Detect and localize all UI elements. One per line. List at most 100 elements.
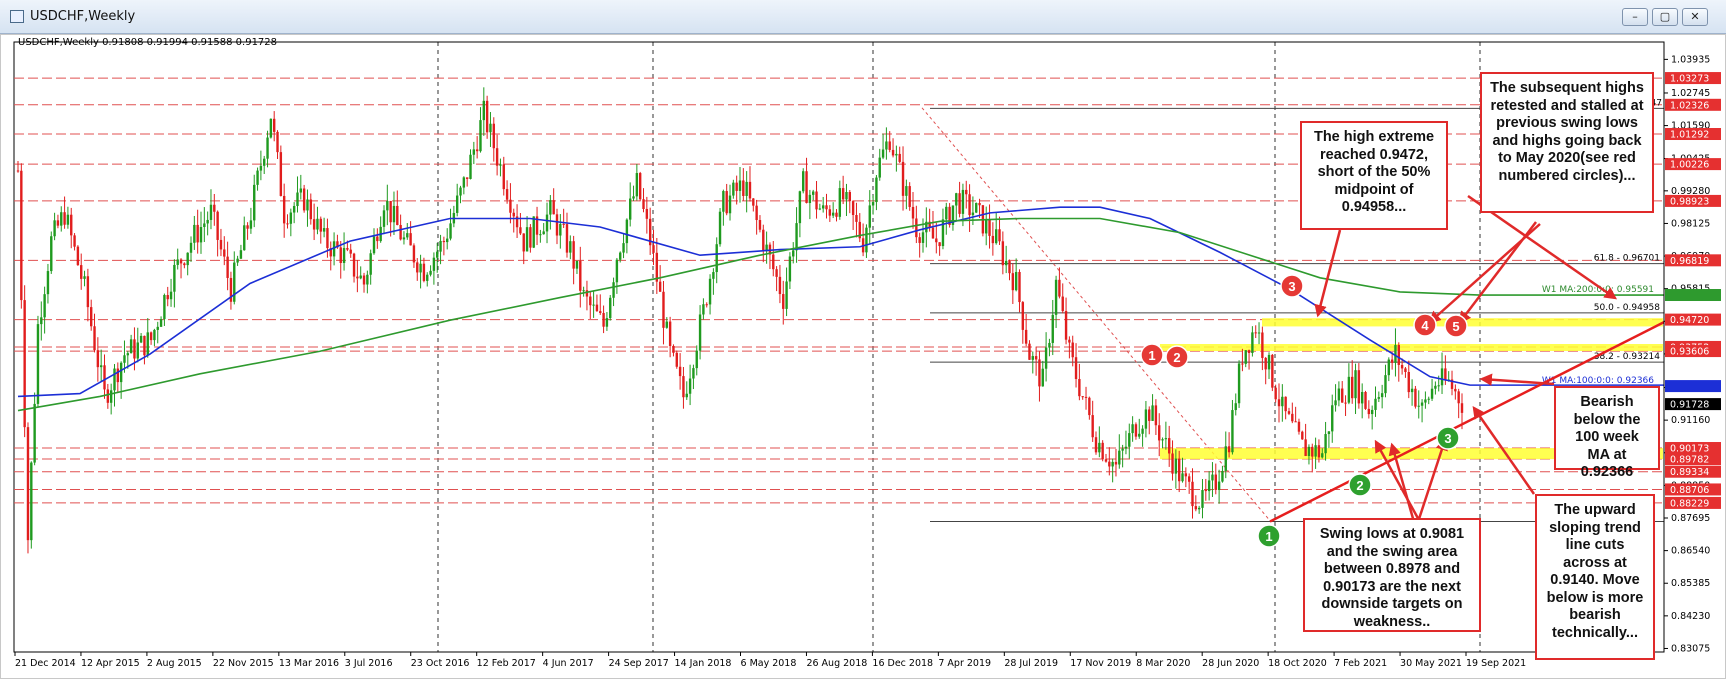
candle-down xyxy=(1454,388,1457,392)
candle-up xyxy=(785,281,788,309)
candle-down xyxy=(762,229,765,252)
candle-up xyxy=(1138,433,1141,437)
candle-down xyxy=(409,233,412,246)
candle-down xyxy=(888,141,891,150)
candle-down xyxy=(1184,473,1188,477)
candle-down xyxy=(279,152,283,196)
candle-up xyxy=(605,318,609,327)
candle-up xyxy=(1221,470,1224,482)
candle-down xyxy=(116,368,120,383)
candle-up xyxy=(1197,507,1201,510)
candle-down xyxy=(1034,356,1038,360)
candle-up xyxy=(818,208,822,210)
marker-circle-red-2: 2 xyxy=(1165,345,1189,369)
candle-down xyxy=(1444,368,1447,380)
candle-down xyxy=(825,205,828,210)
candle-down xyxy=(772,254,775,270)
candle-up xyxy=(905,186,908,196)
candle-down xyxy=(851,201,855,216)
candle-up xyxy=(821,205,825,209)
marker-number: 1 xyxy=(1148,348,1155,363)
x-tick-label: 17 Nov 2019 xyxy=(1070,658,1131,669)
candle-up xyxy=(479,120,482,152)
candle-down xyxy=(1008,260,1011,274)
candle-up xyxy=(163,295,166,320)
candle-down xyxy=(1021,302,1025,330)
candle-up xyxy=(1124,446,1128,449)
candle-down xyxy=(652,245,655,253)
candle-up xyxy=(30,462,33,541)
candle-down xyxy=(662,291,665,328)
candle-down xyxy=(376,236,379,242)
candle-down xyxy=(422,263,426,281)
marker-number: 5 xyxy=(1452,319,1459,334)
candle-up xyxy=(146,332,149,356)
y-tick-label: 0.98125 xyxy=(1671,218,1710,229)
candle-down xyxy=(492,123,495,149)
candle-up xyxy=(1370,409,1374,415)
close-button[interactable]: ✕ xyxy=(1682,8,1708,26)
candle-down xyxy=(1104,459,1108,462)
candle-down xyxy=(725,191,728,214)
candle-up xyxy=(1437,385,1440,387)
candle-down xyxy=(302,188,306,211)
candle-up xyxy=(708,278,712,305)
y-tick-label: 1.02745 xyxy=(1671,88,1710,99)
candle-down xyxy=(442,240,446,243)
candle-down xyxy=(1191,481,1194,507)
x-tick-label: 19 Sep 2021 xyxy=(1466,658,1526,669)
minimize-button[interactable]: – xyxy=(1622,8,1648,26)
x-tick-label: 4 Jun 2017 xyxy=(543,658,594,669)
candle-up xyxy=(139,335,143,343)
candle-down xyxy=(1018,271,1021,303)
candle-down xyxy=(226,256,229,278)
candle-down xyxy=(346,248,349,250)
candle-down xyxy=(815,191,818,210)
candle-down xyxy=(965,189,968,195)
candle-down xyxy=(1357,370,1361,404)
candle-up xyxy=(292,206,296,213)
candle-down xyxy=(149,332,153,341)
candle-up xyxy=(802,171,805,192)
candle-down xyxy=(1171,453,1174,474)
x-tick-label: 16 Dec 2018 xyxy=(872,658,933,669)
candle-down xyxy=(908,186,911,207)
candle-down xyxy=(1301,431,1304,440)
candle-up xyxy=(539,234,542,236)
candle-down xyxy=(1364,392,1367,409)
candle-down xyxy=(1101,442,1104,460)
candle-down xyxy=(778,276,782,295)
annotation-arrows xyxy=(1314,194,1618,523)
candle-up xyxy=(426,274,429,281)
candle-down xyxy=(915,218,918,238)
x-tick-label: 14 Jan 2018 xyxy=(675,658,732,669)
candle-up xyxy=(359,275,362,279)
candle-up xyxy=(392,205,396,223)
candle-down xyxy=(602,312,605,327)
candle-down xyxy=(512,212,515,217)
candle-down xyxy=(828,209,832,216)
ma100-label: W1 MA:100:0:0: 0.92366 xyxy=(1542,376,1654,386)
candle-up xyxy=(109,390,113,403)
candle-down xyxy=(1397,345,1400,365)
candle-up xyxy=(269,118,273,138)
candle-down xyxy=(1304,439,1307,457)
candle-down xyxy=(196,224,199,243)
candle-down xyxy=(752,198,755,206)
candle-up xyxy=(176,259,179,265)
candle-down xyxy=(1074,357,1078,380)
candle-up xyxy=(1201,490,1204,508)
candle-up xyxy=(203,223,206,228)
candle-up xyxy=(712,272,715,279)
candle-up xyxy=(592,304,595,306)
candle-up xyxy=(123,355,126,363)
candle-up xyxy=(40,317,43,325)
maximize-button[interactable]: ▢ xyxy=(1652,8,1678,26)
candle-down xyxy=(475,149,479,152)
candle-up xyxy=(1281,396,1284,407)
candle-up xyxy=(622,243,625,253)
candle-down xyxy=(312,219,316,230)
candle-up xyxy=(582,290,585,292)
candle-up xyxy=(199,227,203,243)
candle-down xyxy=(326,228,329,249)
